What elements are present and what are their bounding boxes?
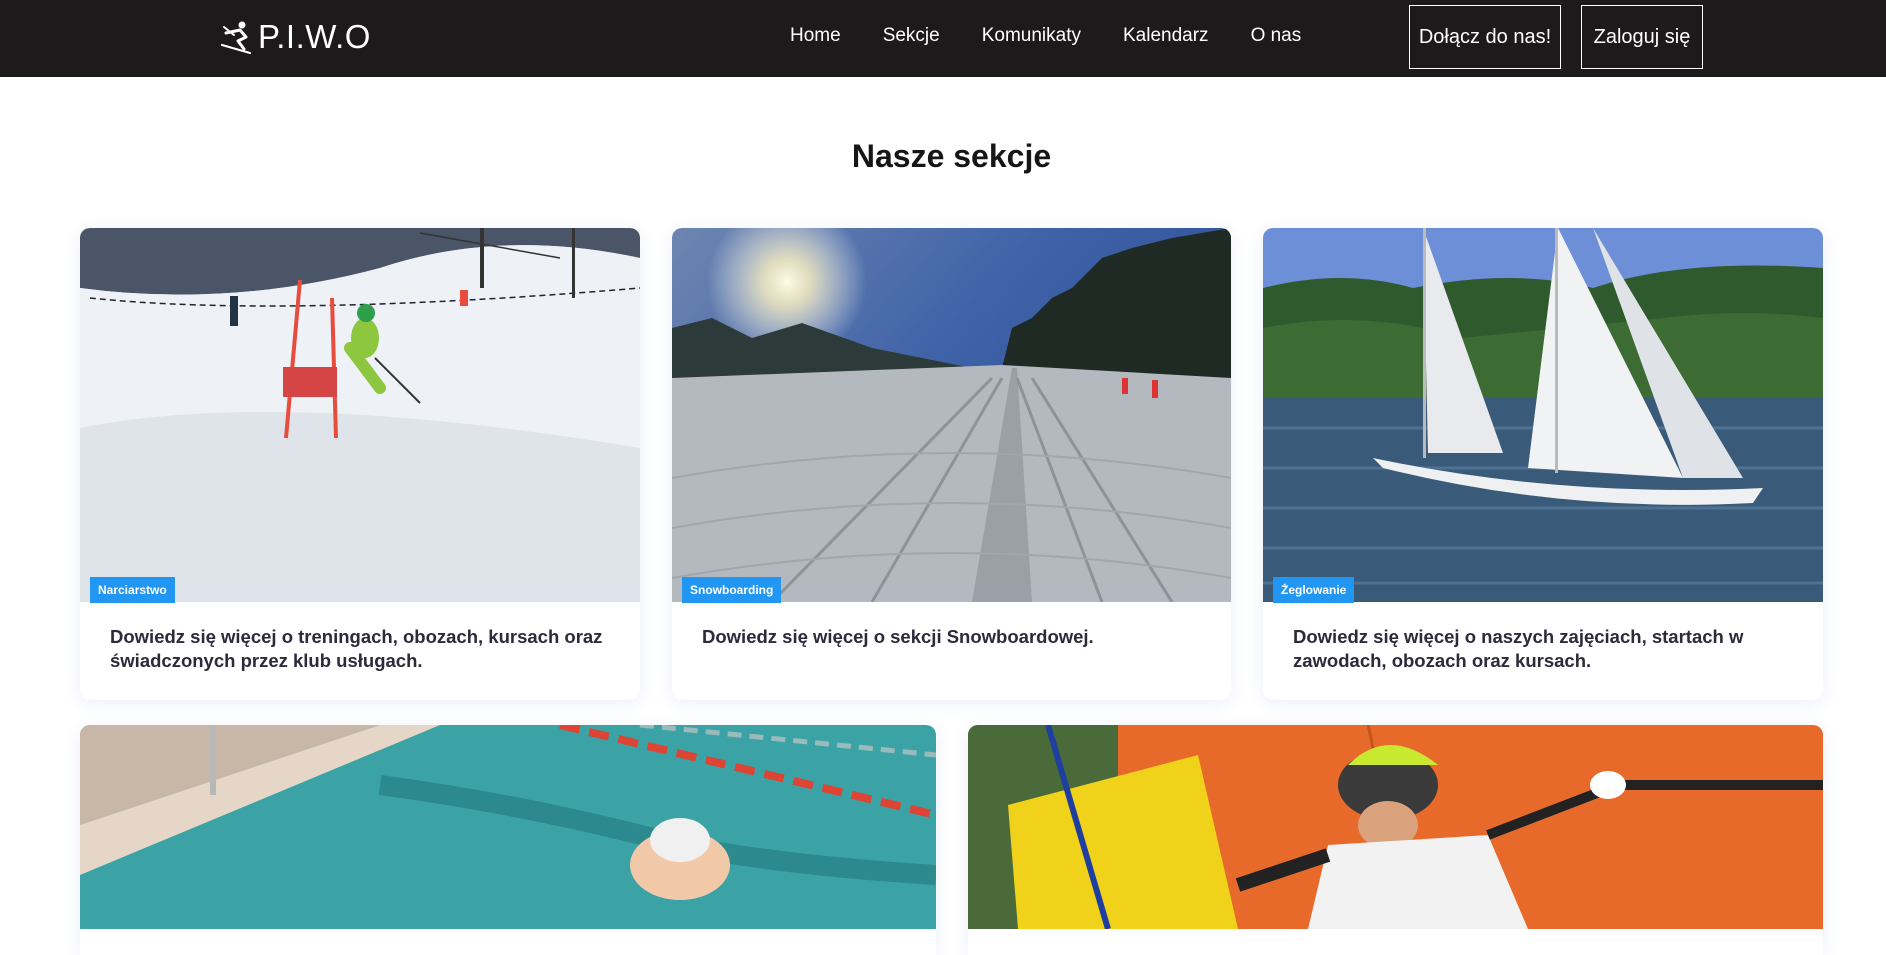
logo-text: P.I.W.O — [258, 18, 371, 55]
section-card-sailing[interactable]: Żeglowanie Dowiedz się więcej o naszych … — [1263, 228, 1823, 700]
section-card-rollerski[interactable] — [968, 725, 1823, 955]
section-card-swimming[interactable] — [80, 725, 936, 955]
navbar: P.I.W.O Home Sekcje Komunikaty Kalendarz… — [0, 0, 1886, 77]
card-image — [80, 725, 936, 929]
nav-sections[interactable]: Sekcje — [883, 23, 940, 49]
page-title: Nasze sekcje — [851, 138, 1052, 174]
login-button[interactable]: Zaloguj się — [1581, 5, 1703, 69]
card-tag[interactable]: Żeglowanie — [1273, 577, 1355, 603]
nav-announcements[interactable]: Komunikaty — [982, 23, 1081, 49]
nav-home[interactable]: Home — [790, 23, 841, 49]
skier-icon — [220, 21, 252, 55]
join-button[interactable]: Dołącz do nas! — [1409, 5, 1561, 69]
card-image — [80, 228, 640, 602]
logo[interactable]: P.I.W.O — [220, 17, 371, 57]
section-card-snowboarding[interactable]: Snowboarding Dowiedz się więcej o sekcji… — [672, 228, 1231, 700]
card-description: Dowiedz się więcej o treningach, obozach… — [110, 626, 603, 671]
nav-menu: Home Sekcje Komunikaty Kalendarz O nas — [790, 23, 1343, 49]
card-image — [672, 228, 1231, 602]
nav-about[interactable]: O nas — [1251, 23, 1302, 49]
section-card-skiing[interactable]: Narciarstwo Dowiedz się więcej o trening… — [80, 228, 640, 700]
card-image — [1263, 228, 1823, 602]
card-description: Dowiedz się więcej o naszych zajęciach, … — [1293, 626, 1744, 671]
nav-calendar[interactable]: Kalendarz — [1123, 23, 1209, 49]
card-description: Dowiedz się więcej o sekcji Snowboardowe… — [702, 626, 1094, 647]
card-image — [968, 725, 1823, 929]
card-tag[interactable]: Narciarstwo — [90, 577, 175, 603]
card-tag[interactable]: Snowboarding — [682, 577, 782, 603]
